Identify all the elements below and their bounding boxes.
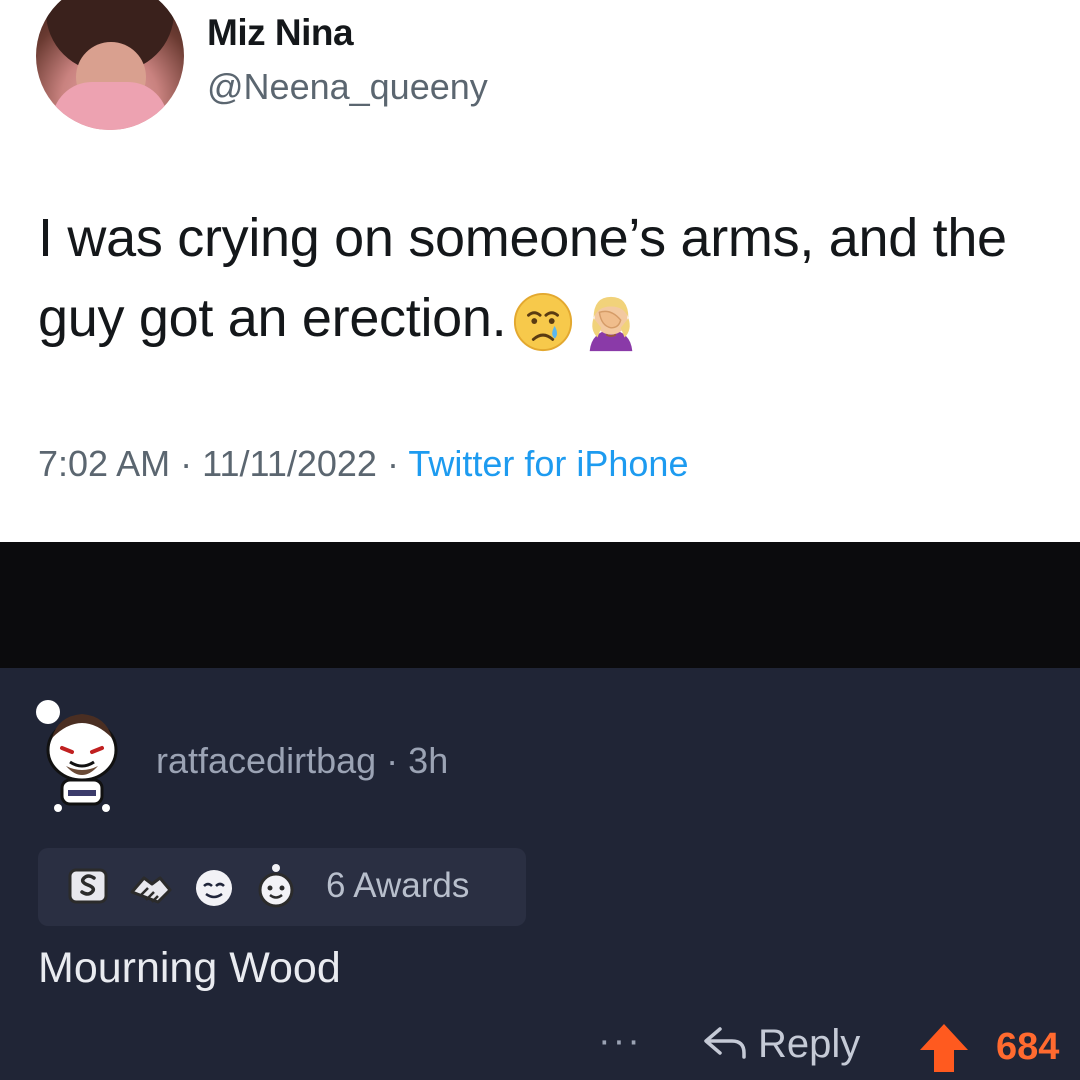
tweet-date[interactable]: 11/11/2022 xyxy=(202,443,377,484)
tweet-display-name[interactable]: Miz Nina xyxy=(207,12,354,54)
comment-actions: ··· Reply 684 xyxy=(0,1020,1080,1080)
crying-face-emoji-icon xyxy=(514,292,573,351)
tweet-meta: 7:02 AM · 11/11/2022 · Twitter for iPhon… xyxy=(38,443,688,485)
tweet-time[interactable]: 7:02 AM xyxy=(38,443,170,484)
wholesome-award-icon xyxy=(196,870,232,906)
comment-username[interactable]: ratfacedirtbag xyxy=(156,740,376,781)
comment-age: 3h xyxy=(408,740,449,781)
reply-arrow-icon xyxy=(704,1027,746,1059)
more-options-button[interactable]: ··· xyxy=(598,1020,642,1063)
helpful-award-icon xyxy=(258,864,294,908)
tweet-handle[interactable]: @Neena_queeny xyxy=(207,66,488,108)
comment-meta-separator: · xyxy=(386,740,399,781)
awards-count: 6 Awards xyxy=(326,866,470,905)
reddit-comment: ratfacedirtbag · 3h 6 Awards Mourning Wo… xyxy=(0,668,1080,1080)
comment-body: Mourning Wood xyxy=(38,944,341,992)
handshake-award-icon xyxy=(130,876,172,904)
awards-bar[interactable]: 6 Awards xyxy=(38,848,526,926)
reply-button[interactable]: Reply xyxy=(702,1022,860,1072)
reply-label: Reply xyxy=(758,1022,861,1066)
meta-separator: · xyxy=(386,443,399,484)
tweet-avatar[interactable] xyxy=(36,0,184,130)
tweet-card: Miz Nina @Neena_queeny I was crying on s… xyxy=(0,0,1080,542)
meta-separator: · xyxy=(180,443,193,484)
vote-score: 684 xyxy=(996,1026,1060,1068)
tweet-source-link[interactable]: Twitter for iPhone xyxy=(408,443,688,484)
upvote-arrow-icon[interactable] xyxy=(918,1022,970,1074)
woman-facepalming-emoji-icon xyxy=(590,296,633,351)
silver-award-icon xyxy=(68,868,108,904)
screenshot-page: Miz Nina @Neena_queeny I was crying on s… xyxy=(0,0,1080,1080)
image-separator xyxy=(0,542,1080,668)
comment-author-line: ratfacedirtbag · 3h xyxy=(156,740,448,782)
tweet-body: I was crying on someone’s arms, and the … xyxy=(38,198,1068,358)
user-avatar-snoo-icon[interactable] xyxy=(26,688,130,818)
